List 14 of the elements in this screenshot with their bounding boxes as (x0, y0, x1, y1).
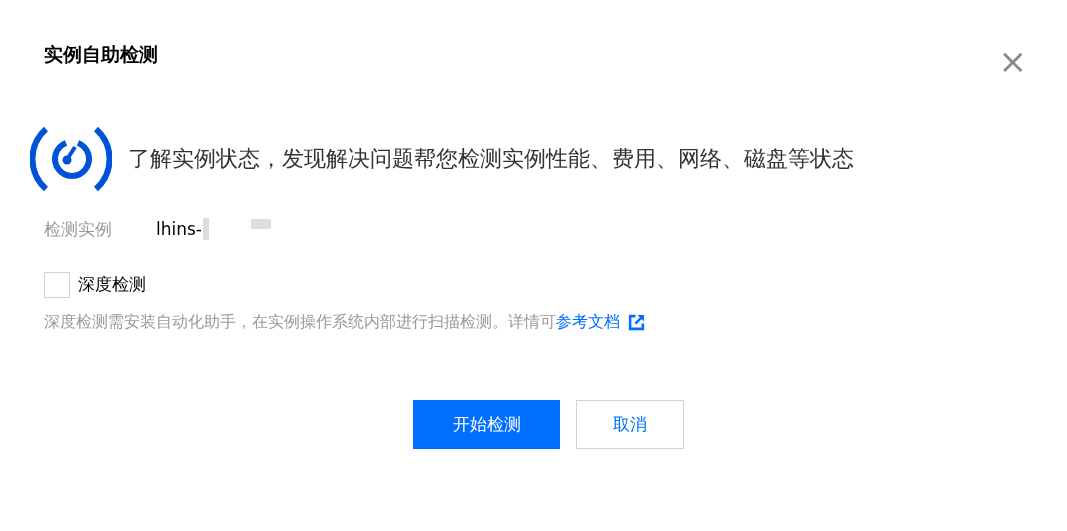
close-button[interactable]: × (998, 44, 1027, 78)
doc-link[interactable]: 参考文档 (556, 312, 620, 331)
external-link-icon[interactable] (628, 313, 645, 331)
field-label: 检测实例 (44, 217, 113, 241)
checkbox[interactable] (44, 272, 70, 298)
redaction-mark (203, 218, 209, 241)
dialog-title: 实例自助检测 (44, 42, 158, 67)
redaction-mark (251, 219, 271, 230)
hint-text: 深度检测需安装自动化助手，在实例操作系统内部进行扫描检测。详情可参考文档 (44, 311, 620, 333)
start-button[interactable]: 开始检测 (413, 400, 560, 449)
cancel-button[interactable]: 取消 (576, 400, 684, 449)
instance-id: lhins- (156, 217, 202, 241)
checkbox-label: 深度检测 (78, 273, 146, 297)
intro-text: 了解实例状态，发现解决问题帮您检测实例性能、费用、网络、磁盘等状态 (128, 145, 854, 173)
